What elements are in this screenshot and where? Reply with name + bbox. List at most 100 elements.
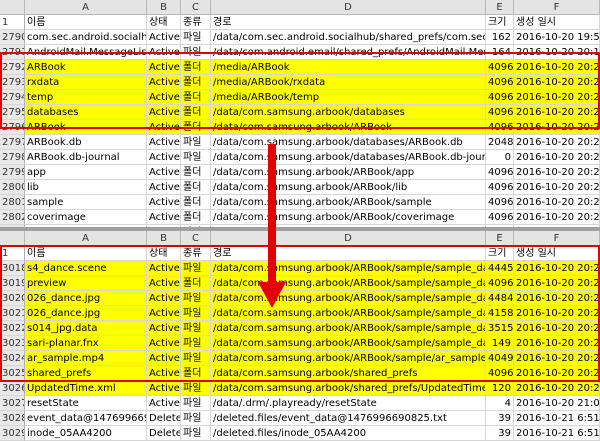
cell-name[interactable]: temp bbox=[25, 90, 147, 105]
cell-size[interactable]: 44847 bbox=[486, 291, 514, 306]
row-number[interactable]: 2798 bbox=[0, 150, 25, 165]
cell-created[interactable]: 2016-10-20 20:22 bbox=[514, 195, 600, 210]
column-header-e[interactable]: E bbox=[486, 231, 514, 246]
column-header-b[interactable]: B bbox=[147, 0, 181, 15]
cell-created[interactable]: 2016-10-20 20:22 bbox=[514, 276, 600, 291]
table-row[interactable]: 3021 026_dance.jpg Active 파일/data/com.samsu… bbox=[0, 306, 600, 321]
cell-type[interactable]: 폴더 bbox=[181, 75, 211, 90]
cell-path[interactable]: /data/com.samsung.arbook/ARBook/coverima… bbox=[211, 210, 486, 225]
table-row[interactable]: 2794 temp Active 폴더/media/ARBook/temp 4096 20… bbox=[0, 90, 600, 105]
cell-name[interactable]: databases bbox=[25, 105, 147, 120]
cell-type[interactable]: 파일 bbox=[181, 291, 211, 306]
cell-created[interactable]: 2016-10-21 6:51 bbox=[514, 411, 600, 426]
cell-size[interactable]: 4096 bbox=[486, 120, 514, 135]
cell-created[interactable]: 2016-10-20 20:22 bbox=[514, 261, 600, 276]
cell-size[interactable]: 39 bbox=[486, 411, 514, 426]
cell-name[interactable]: ARBook.db-journal bbox=[25, 150, 147, 165]
cell-name[interactable]: shared_prefs bbox=[25, 366, 147, 381]
cell-type[interactable]: 파일 bbox=[181, 381, 211, 396]
cell-state[interactable]: Active bbox=[147, 75, 181, 90]
cell-created[interactable]: 2016-10-20 20:22 bbox=[514, 321, 600, 336]
cell-size[interactable]: 4096 bbox=[486, 75, 514, 90]
column-header-b[interactable]: B bbox=[147, 231, 181, 246]
cell-size[interactable]: 4096 bbox=[486, 210, 514, 225]
column-header-d[interactable]: D bbox=[211, 0, 486, 15]
cell-name[interactable]: ARBook bbox=[25, 60, 147, 75]
cell-state[interactable]: Active bbox=[147, 261, 181, 276]
cell-path[interactable]: /data/.drm/.playready/resetState bbox=[211, 396, 486, 411]
row-number[interactable]: 3028 bbox=[0, 411, 25, 426]
table-row[interactable]: 2799 app Active 폴더/data/com.samsung.arbook/… bbox=[0, 165, 600, 180]
table-row[interactable]: 3023 sari-planar.fnx Active 파일/data/com.sam… bbox=[0, 336, 600, 351]
cell-path[interactable]: /data/com.sec.android.socialhub/shared_p… bbox=[211, 30, 486, 45]
cell-path[interactable]: /data/com.android.email/shared_prefs/And… bbox=[211, 45, 486, 60]
cell-size[interactable]: 0 bbox=[486, 150, 514, 165]
table-row[interactable]: 2790com.sec.android.socialhub_preActive파… bbox=[0, 30, 600, 45]
column-header-a[interactable]: A bbox=[25, 231, 147, 246]
cell-size[interactable]: 4096 bbox=[486, 276, 514, 291]
cell-created[interactable]: 2016-10-20 20:22 bbox=[514, 75, 600, 90]
cell-state[interactable]: Active bbox=[147, 291, 181, 306]
cell-type[interactable]: 파일 bbox=[181, 426, 211, 441]
row-number[interactable]: 1 bbox=[0, 246, 25, 261]
cell-state[interactable]: Active bbox=[147, 165, 181, 180]
row-number[interactable]: 2790 bbox=[0, 30, 25, 45]
cell-state[interactable]: Deleted bbox=[147, 426, 181, 441]
cell-created[interactable]: 2016-10-20 19:58 bbox=[514, 30, 600, 45]
cell-created[interactable]: 2016-10-20 20:22 bbox=[514, 210, 600, 225]
table-row[interactable]: 3019 preview Active 폴더/data/com.samsung.arb… bbox=[0, 276, 600, 291]
cell-name[interactable]: resetState bbox=[25, 396, 147, 411]
cell-type[interactable]: 파일 bbox=[181, 30, 211, 45]
row-number[interactable]: 2795 bbox=[0, 105, 25, 120]
cell-state[interactable]: Active bbox=[147, 105, 181, 120]
cell-size[interactable]: 120 bbox=[486, 381, 514, 396]
header-type[interactable]: 종류 bbox=[181, 246, 211, 261]
cell-state[interactable]: Deleted bbox=[147, 411, 181, 426]
cell-name[interactable]: event_data@1476996690825. bbox=[25, 411, 147, 426]
cell-state[interactable]: Active bbox=[147, 60, 181, 75]
cell-created[interactable]: 2016-10-20 20:22 bbox=[514, 180, 600, 195]
cell-size[interactable]: 4096 bbox=[486, 165, 514, 180]
cell-name[interactable]: s4_dance.scene bbox=[25, 261, 147, 276]
cell-path[interactable]: /media/ARBook/temp bbox=[211, 90, 486, 105]
cell-created[interactable]: 2016-10-20 20:22 bbox=[514, 165, 600, 180]
cell-created[interactable]: 2016-10-20 20:22 bbox=[514, 306, 600, 321]
cell-type[interactable]: 파일 bbox=[181, 150, 211, 165]
table-row[interactable]: 3027 resetState Active 파일/data/.drm/.playre… bbox=[0, 396, 600, 411]
column-header-f[interactable]: F bbox=[514, 0, 600, 15]
cell-created[interactable]: 2016-10-20 20:22 bbox=[514, 150, 600, 165]
header-path[interactable]: 경로 bbox=[211, 246, 486, 261]
row-number[interactable]: 2794 bbox=[0, 90, 25, 105]
row-number[interactable]: 3020 bbox=[0, 291, 25, 306]
cell-type[interactable]: 폴더 bbox=[181, 366, 211, 381]
column-header-c[interactable]: C bbox=[181, 231, 211, 246]
cell-state[interactable]: Active bbox=[147, 351, 181, 366]
row-number[interactable]: 2800 bbox=[0, 180, 25, 195]
cell-size[interactable]: 4096 bbox=[486, 60, 514, 75]
header-type[interactable]: 종류 bbox=[181, 15, 211, 30]
table-row[interactable]: 2801 sample Active 폴더/data/com.samsung.arbo… bbox=[0, 195, 600, 210]
row-number[interactable]: 3022 bbox=[0, 321, 25, 336]
cell-size[interactable]: 35152 bbox=[486, 321, 514, 336]
cell-path[interactable]: /data/com.samsung.arbook/ARBook/sample/s… bbox=[211, 321, 486, 336]
cell-path[interactable]: /data/com.samsung.arbook/ARBook/sample/s… bbox=[211, 291, 486, 306]
row-number[interactable]: 2797 bbox=[0, 135, 25, 150]
cell-created[interactable]: 2016-10-20 21:06 bbox=[514, 396, 600, 411]
cell-name[interactable]: app bbox=[25, 165, 147, 180]
cell-state[interactable]: Active bbox=[147, 210, 181, 225]
cell-name[interactable]: coverimage bbox=[25, 210, 147, 225]
cell-state[interactable]: Active bbox=[147, 276, 181, 291]
column-header-d[interactable]: D bbox=[211, 231, 486, 246]
cell-type[interactable]: 파일 bbox=[181, 351, 211, 366]
cell-path[interactable]: /data/com.samsung.arbook/databases bbox=[211, 105, 486, 120]
header-name[interactable]: 이름 bbox=[25, 15, 147, 30]
cell-path[interactable]: /data/com.samsung.arbook/shared_prefs/Up… bbox=[211, 381, 486, 396]
row-number[interactable]: 3025 bbox=[0, 366, 25, 381]
cell-path[interactable]: /deleted.files/inode_05AA4200 bbox=[211, 426, 486, 441]
table-row[interactable]: 2800 lib Active 폴더/data/com.samsung.arbook/… bbox=[0, 180, 600, 195]
cell-state[interactable]: Active bbox=[147, 195, 181, 210]
cell-size[interactable]: 4096 bbox=[486, 366, 514, 381]
cell-type[interactable]: 폴더 bbox=[181, 60, 211, 75]
cell-path[interactable]: /data/com.samsung.arbook/ARBook/sample/s… bbox=[211, 306, 486, 321]
row-number[interactable]: 1 bbox=[0, 15, 25, 30]
